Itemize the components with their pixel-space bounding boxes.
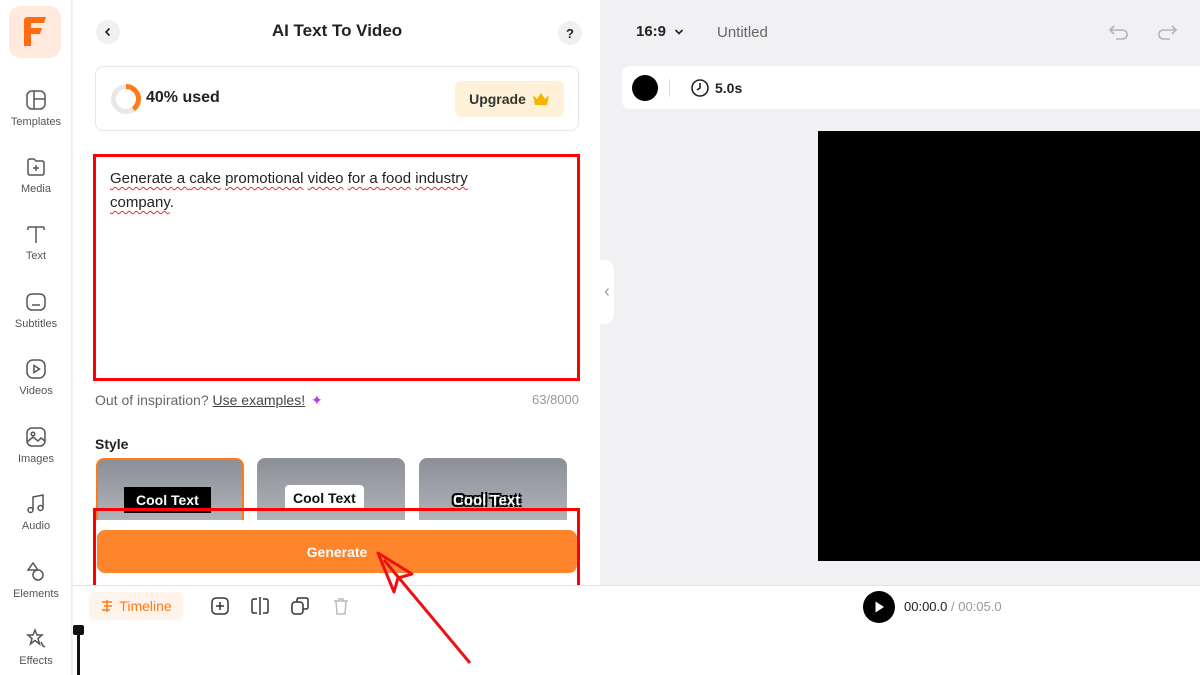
templates-icon [26,90,46,110]
prompt-word: for [347,170,366,187]
play-icon [875,601,884,613]
text-icon [27,226,45,243]
delete-icon[interactable] [331,596,351,616]
timeline-playhead[interactable] [73,625,84,675]
usage-text: 40% used [146,89,220,106]
timeline-bar [73,585,1200,675]
undo-icon[interactable] [1108,22,1130,42]
current-time: 00:00.0 [904,599,948,614]
playback-time: 00:00.0 / 00:05.0 [904,599,1002,614]
rail-item-media[interactable]: Media [0,151,72,211]
prompt-word: cake [189,170,221,187]
rail-label: Images [17,453,55,465]
style-card-label: Cool Text [453,492,521,509]
elements-icon [26,561,44,581]
time-separator: / [947,599,959,614]
prompt-word: company [110,194,170,211]
prompt-word: video [307,170,344,187]
generate-button[interactable]: Generate [97,530,577,573]
aspect-ratio-select[interactable]: 16:9 [636,23,684,40]
sparkle-icon: ✦ [311,392,323,408]
rail-label: Media [21,183,51,195]
toolbar-divider [669,79,670,97]
document-title[interactable]: Untitled [717,24,768,41]
usage-progress-ring [111,84,141,114]
collapse-panel-handle[interactable] [600,260,614,324]
prompt-word: a [172,170,190,187]
audio-icon [27,494,44,514]
rail-item-text[interactable]: Text [0,218,72,278]
duplicate-icon[interactable] [290,596,310,616]
canvas-toolbar: 5.0s [622,66,1200,109]
rail-item-elements[interactable]: Elements [0,556,72,616]
rail-item-audio[interactable]: Audio [0,488,72,548]
rail-item-videos[interactable]: Videos [0,353,72,413]
chevron-down-icon [674,28,684,35]
aspect-ratio-value: 16:9 [636,23,667,40]
rail-item-images[interactable]: Images [0,421,72,481]
add-clip-icon[interactable] [210,596,230,616]
crown-icon [532,93,549,105]
chevron-left-icon [104,27,111,37]
duration-control[interactable]: 5.0s [690,78,742,98]
character-count: 63/8000 [532,392,579,407]
prompt-word: promotional [225,170,304,187]
timeline-toggle-button[interactable]: Timeline [89,592,183,620]
rail-label: Subtitles [14,318,58,330]
play-button[interactable] [863,591,895,623]
brand-f-logo-icon [24,17,46,46]
usage-card: 40% used Upgrade [95,66,579,131]
rail-label: Videos [19,385,53,397]
rail-label: Effects [19,655,53,667]
panel-title: AI Text To Video [271,21,403,40]
split-icon[interactable] [250,596,270,616]
videos-icon [26,359,46,379]
prompt-word: food [381,170,412,187]
back-button[interactable] [96,20,120,44]
prompt-word: Generate [110,170,173,187]
use-examples-link[interactable]: Use examples! [213,392,306,408]
style-label: Style [95,436,129,452]
rail-label: Text [25,250,47,262]
chevron-left-icon [604,288,609,296]
images-icon [26,427,46,447]
rail-label: Elements [13,588,59,600]
prompt-text: Generate a cake promotional video for a … [110,167,530,215]
upgrade-label: Upgrade [469,91,526,107]
effects-icon [26,627,46,648]
prompt-word: industry [415,170,468,187]
clock-icon [691,79,709,97]
video-canvas[interactable] [818,131,1200,561]
rail-label: Templates [10,116,62,128]
prompt-word: . [169,194,174,211]
inspiration-hint: Out of inspiration? Use examples! ✦ [95,392,323,409]
rail-label: Audio [21,520,51,532]
redo-icon[interactable] [1156,22,1178,42]
prompt-textarea[interactable]: Generate a cake promotional video for a … [93,154,580,381]
upgrade-button[interactable]: Upgrade [455,81,564,117]
duration-value: 5.0s [715,80,743,96]
media-add-icon [27,158,45,176]
total-time: 00:05.0 [958,599,1002,614]
timeline-label: Timeline [119,598,172,614]
rail-item-templates[interactable]: Templates [0,84,72,144]
background-color-swatch[interactable] [632,75,658,101]
help-button[interactable]: ? [558,21,582,45]
prompt-word: a [365,170,382,187]
left-rail: Templates Media Text Subtitles Videos Im… [0,0,72,675]
rail-item-subtitles[interactable]: Subtitles [0,286,72,346]
rail-item-effects[interactable]: Effects [0,623,72,675]
timeline-icon [102,600,113,612]
inspiration-text: Out of inspiration? [95,392,209,408]
subtitles-icon [26,293,46,311]
brand-logo[interactable] [9,6,61,58]
